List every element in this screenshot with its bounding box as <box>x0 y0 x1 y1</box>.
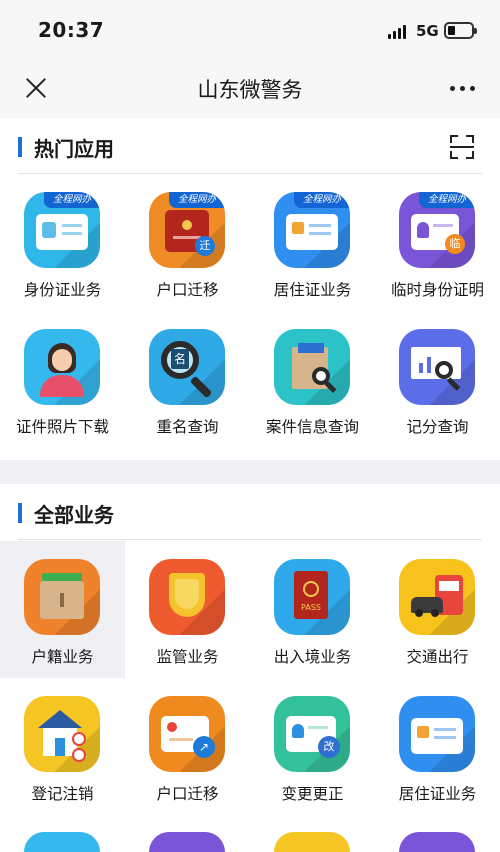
service-label: 变更更正 <box>281 785 344 803</box>
app-label: 重名查询 <box>156 418 219 436</box>
service-traffic[interactable]: 交通出行 <box>375 541 500 678</box>
service-exit-entry[interactable]: PASS 出入境业务 <box>250 541 375 678</box>
service-label: 监管业务 <box>156 648 219 666</box>
nav-bar: 山东微警务 <box>0 58 500 118</box>
section-accent-bar <box>18 503 22 523</box>
more-options-icon[interactable] <box>450 86 476 92</box>
hot-apps-title: 热门应用 <box>34 137 114 161</box>
app-label: 身份证业务 <box>23 281 102 299</box>
network-label: 5G <box>416 22 439 40</box>
app-label: 临时身份证明 <box>390 281 484 299</box>
shield-icon <box>149 559 225 635</box>
service-household-transfer[interactable]: ↗ 户口迁移 <box>125 678 250 815</box>
app-label: 居住证业务 <box>273 281 352 299</box>
online-badge: 全程网办 <box>419 192 475 208</box>
all-services-section: 全部业务 户籍业务 监管业务 PASS 出入境业务 交通出行 登记注销 ↗ 户口… <box>0 484 500 852</box>
partial-app-icon[interactable] <box>24 832 100 852</box>
online-badge: 全程网办 <box>169 192 225 208</box>
id-photo-icon <box>24 329 100 405</box>
app-name-search[interactable]: 名 重名查询 <box>125 311 250 448</box>
name-search-icon: 名 <box>149 329 225 405</box>
all-services-header: 全部业务 <box>0 484 500 540</box>
partial-app-icon[interactable] <box>399 832 475 852</box>
residence-card-icon: 全程网办 <box>274 192 350 268</box>
household-transfer-icon: ↗ <box>149 696 225 772</box>
service-label: 登记注销 <box>31 785 94 803</box>
app-id-card[interactable]: 全程网办 身份证业务 <box>0 174 125 311</box>
service-register-cancel[interactable]: 登记注销 <box>0 678 125 815</box>
household-register-icon <box>24 559 100 635</box>
partial-app-icon[interactable] <box>274 832 350 852</box>
battery-icon <box>444 22 477 39</box>
temp-id-icon: 临 全程网办 <box>399 192 475 268</box>
service-change-correct[interactable]: 改 变更更正 <box>250 678 375 815</box>
scan-icon[interactable] <box>450 135 474 159</box>
passport-icon: PASS <box>274 559 350 635</box>
residence-card-icon <box>399 696 475 772</box>
service-label: 户籍业务 <box>31 648 94 666</box>
change-correct-icon: 改 <box>274 696 350 772</box>
app-label: 记分查询 <box>406 418 469 436</box>
online-badge: 全程网办 <box>294 192 350 208</box>
score-search-icon <box>399 329 475 405</box>
partial-app-icon[interactable] <box>149 832 225 852</box>
status-bar: 20:37 5G <box>0 0 500 58</box>
app-temp-id[interactable]: 临 全程网办 临时身份证明 <box>375 174 500 311</box>
hot-apps-header: 热门应用 <box>0 118 500 174</box>
hot-apps-section: 热门应用 全程网办 身份证业务 迁 全程网办 户口迁移 全程网办 居住证业务 临… <box>0 118 500 460</box>
signal-icon <box>388 23 410 39</box>
service-label: 出入境业务 <box>273 648 352 666</box>
service-label: 户口迁移 <box>156 785 219 803</box>
traffic-icon <box>399 559 475 635</box>
app-label: 户口迁移 <box>156 281 219 299</box>
app-household-transfer[interactable]: 迁 全程网办 户口迁移 <box>125 174 250 311</box>
service-label: 居住证业务 <box>398 785 477 803</box>
service-household-register[interactable]: 户籍业务 <box>0 541 125 678</box>
app-score-search[interactable]: 记分查询 <box>375 311 500 448</box>
id-card-icon: 全程网办 <box>24 192 100 268</box>
service-label: 交通出行 <box>406 648 469 666</box>
app-label: 案件信息查询 <box>265 418 359 436</box>
next-row-peek <box>0 832 500 852</box>
house-register-icon <box>24 696 100 772</box>
online-badge: 全程网办 <box>44 192 100 208</box>
page-title: 山东微警务 <box>197 78 303 102</box>
divider <box>18 539 482 540</box>
service-supervision[interactable]: 监管业务 <box>125 541 250 678</box>
all-services-title: 全部业务 <box>34 503 114 527</box>
app-id-photo[interactable]: 证件照片下载 <box>0 311 125 448</box>
household-book-icon: 迁 全程网办 <box>149 192 225 268</box>
status-time: 20:37 <box>38 18 105 42</box>
service-residence-card[interactable]: 居住证业务 <box>375 678 500 815</box>
case-search-icon <box>274 329 350 405</box>
app-residence-card[interactable]: 全程网办 居住证业务 <box>250 174 375 311</box>
app-case-search[interactable]: 案件信息查询 <box>250 311 375 448</box>
app-label: 证件照片下载 <box>15 418 109 436</box>
section-accent-bar <box>18 137 22 157</box>
